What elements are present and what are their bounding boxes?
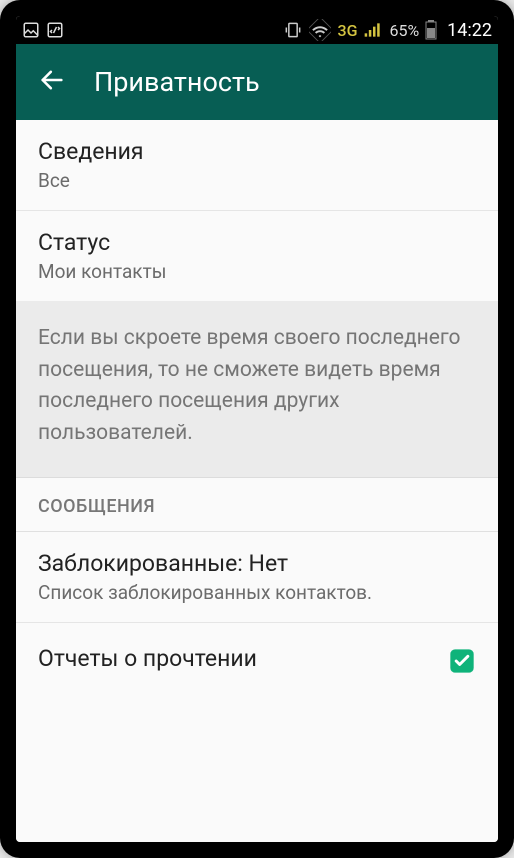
messages-section-label: СООБЩЕНИЯ [38, 496, 476, 517]
arrow-left-icon [38, 66, 66, 98]
content[interactable]: Сведения Все Статус Мои контакты Если вы… [16, 120, 498, 842]
battery-percent: 65% [389, 21, 419, 40]
blocked-subtitle: Список заблокированных контактов. [38, 581, 476, 604]
signal-icon [363, 20, 383, 40]
about-title: Сведения [38, 138, 476, 165]
wifi-icon [309, 19, 331, 41]
checkbox-checked-icon [448, 647, 476, 675]
network-label: 3G [337, 21, 357, 40]
sync-icon [46, 21, 64, 39]
read-receipts-checkbox[interactable] [448, 647, 476, 675]
vibrate-icon [283, 20, 303, 40]
status-value: Мои контакты [38, 260, 476, 283]
status-right: 3G 65% 14:22 [283, 19, 492, 41]
clock: 14:22 [443, 20, 492, 41]
status-title: Статус [38, 229, 476, 256]
phone-screen: 3G 65% 14:22 Приватность [16, 16, 498, 842]
back-button[interactable] [28, 58, 76, 106]
phone-frame: 3G 65% 14:22 Приватность [0, 0, 514, 858]
status-bar: 3G 65% 14:22 [16, 16, 498, 44]
messages-section-header: СООБЩЕНИЯ [16, 478, 498, 532]
app-bar: Приватность [16, 44, 498, 120]
status-setting[interactable]: Статус Мои контакты [16, 211, 498, 301]
page-title: Приватность [94, 66, 260, 98]
info-box: Если вы скроете время своего последнего … [16, 301, 498, 478]
about-value: Все [38, 169, 476, 192]
blocked-setting[interactable]: Заблокированные: Нет Список заблокирован… [16, 532, 498, 623]
status-left [22, 21, 64, 39]
image-icon [22, 21, 40, 39]
blocked-title: Заблокированные: Нет [38, 550, 476, 577]
read-receipts-setting[interactable]: Отчеты о прочтении [16, 623, 498, 698]
info-text: Если вы скроете время своего последнего … [38, 323, 476, 449]
battery-icon [425, 20, 437, 40]
about-setting[interactable]: Сведения Все [16, 120, 498, 211]
read-receipts-title: Отчеты о прочтении [38, 645, 257, 672]
